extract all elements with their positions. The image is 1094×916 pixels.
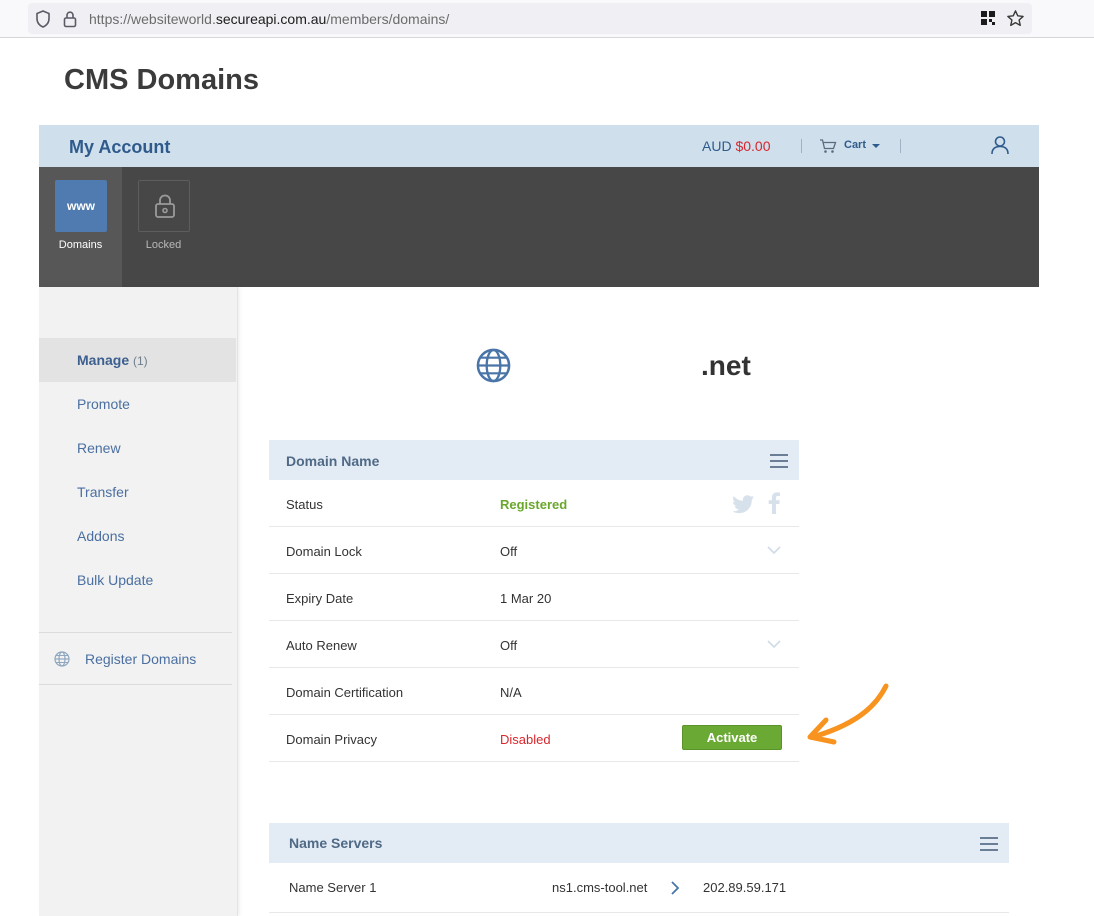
page-title: CMS Domains	[64, 64, 259, 96]
lock-icon	[155, 194, 175, 218]
shield-icon[interactable]	[35, 10, 51, 28]
currency-code: AUD	[702, 138, 732, 154]
sidebar-divider	[39, 632, 232, 633]
browser-toolbar: https://websiteworld.secureapi.com.au/me…	[0, 0, 1094, 38]
panel-header: Domain Name	[269, 440, 799, 480]
chevron-down-icon[interactable]	[767, 640, 781, 648]
panel-title: Name Servers	[289, 835, 383, 851]
table-row: Name Server 1 ns1.cms-tool.net 202.89.59…	[269, 863, 1009, 913]
header-divider	[801, 139, 802, 153]
chevron-down-icon[interactable]	[872, 144, 880, 148]
sidebar-item-label: Bulk Update	[77, 572, 154, 588]
url-text[interactable]: https://websiteworld.secureapi.com.au/me…	[89, 11, 449, 27]
url-path: /members/domains/	[326, 11, 450, 27]
url-prefix: https://websiteworld.	[89, 11, 216, 27]
padlock-icon[interactable]	[62, 10, 78, 28]
row-label: Status	[286, 497, 323, 512]
chevron-right-icon[interactable]	[671, 881, 679, 895]
panel-title: Domain Name	[286, 453, 380, 469]
privacy-status-value: Disabled	[500, 732, 551, 747]
facebook-icon[interactable]	[768, 492, 780, 514]
sidebar-item-label: Transfer	[77, 484, 129, 500]
row-value: Off	[500, 638, 518, 653]
sidebar-item-transfer[interactable]: Transfer	[39, 470, 236, 514]
sidebar-item-label: Promote	[77, 396, 130, 412]
menu-icon[interactable]	[770, 454, 788, 468]
table-row: Expiry Date 1 Mar 20	[269, 574, 799, 621]
qr-code-icon[interactable]	[980, 10, 996, 26]
table-row: Domain Privacy Disabled Activate	[269, 715, 799, 762]
row-label: Auto Renew	[286, 638, 357, 653]
name-servers-panel: Name Servers Name Server 1 ns1.cms-tool.…	[269, 823, 1009, 913]
domain-tld: .net	[701, 350, 751, 381]
account-balance[interactable]: AUD $0.00	[702, 138, 771, 154]
table-row: Auto Renew Off	[269, 621, 799, 668]
register-domains-label: Register Domains	[85, 651, 197, 667]
globe-icon	[476, 348, 511, 383]
row-label: Expiry Date	[286, 591, 354, 606]
tool-strip: www Domains Locked	[39, 167, 1039, 287]
row-value: N/A	[500, 685, 522, 700]
www-icon: www	[55, 180, 107, 232]
row-value: Off	[500, 544, 518, 559]
my-account-link[interactable]: My Account	[69, 137, 170, 158]
twitter-icon[interactable]	[733, 494, 755, 514]
table-row: Status Registered	[269, 480, 799, 527]
sidebar-item-promote[interactable]: Promote	[39, 382, 236, 426]
table-row: Domain Lock Off	[269, 527, 799, 574]
table-row: Domain Certification N/A	[269, 668, 799, 715]
panel-header: Name Servers	[269, 823, 1009, 863]
url-domain: secureapi.com.au	[215, 11, 327, 27]
domain-name-panel: Domain Name Status Registered Domain Loc…	[269, 440, 799, 762]
row-value: 1 Mar 20	[500, 591, 552, 606]
sidebar: Manage (1) Promote Renew Transfer Addons…	[39, 287, 238, 916]
activate-privacy-button[interactable]: Activate	[682, 725, 782, 750]
tool-label: Locked	[145, 239, 182, 251]
sidebar-item-count: (1)	[133, 354, 148, 368]
cart-button[interactable]: Cart	[844, 139, 866, 151]
row-label: Domain Certification	[286, 685, 404, 700]
sidebar-item-register-domains[interactable]: Register Domains	[39, 637, 236, 681]
sidebar-item-label: Addons	[77, 528, 125, 544]
tool-label: Domains	[58, 239, 103, 251]
row-label: Domain Lock	[286, 544, 362, 559]
row-label: Name Server 1	[289, 880, 377, 895]
sidebar-item-label: Renew	[77, 440, 121, 456]
status-value: Registered	[500, 497, 568, 512]
sidebar-item-addons[interactable]: Addons	[39, 514, 236, 558]
sidebar-item-manage[interactable]: Manage (1)	[39, 338, 236, 382]
account-header: My Account AUD $0.00 Cart	[39, 125, 1039, 167]
balance-amount: $0.00	[735, 138, 771, 154]
sidebar-item-renew[interactable]: Renew	[39, 426, 236, 470]
name-server-ip: 202.89.59.171	[703, 880, 787, 895]
globe-icon	[54, 651, 70, 667]
name-server-host: ns1.cms-tool.net	[552, 880, 648, 895]
chevron-down-icon[interactable]	[767, 546, 781, 554]
annotation-arrow-icon	[807, 683, 889, 745]
shopping-cart-icon[interactable]	[819, 138, 837, 154]
tool-locked[interactable]	[138, 180, 190, 232]
header-divider	[900, 139, 901, 153]
row-label: Domain Privacy	[286, 732, 378, 747]
bookmark-star-icon[interactable]	[1006, 9, 1025, 28]
sidebar-item-label: Manage	[77, 352, 130, 368]
tool-domains[interactable]: www Domains	[39, 167, 122, 287]
user-icon[interactable]	[990, 135, 1010, 155]
sidebar-item-bulk-update[interactable]: Bulk Update	[39, 558, 236, 602]
sidebar-divider	[39, 684, 232, 685]
menu-icon[interactable]	[980, 837, 998, 851]
